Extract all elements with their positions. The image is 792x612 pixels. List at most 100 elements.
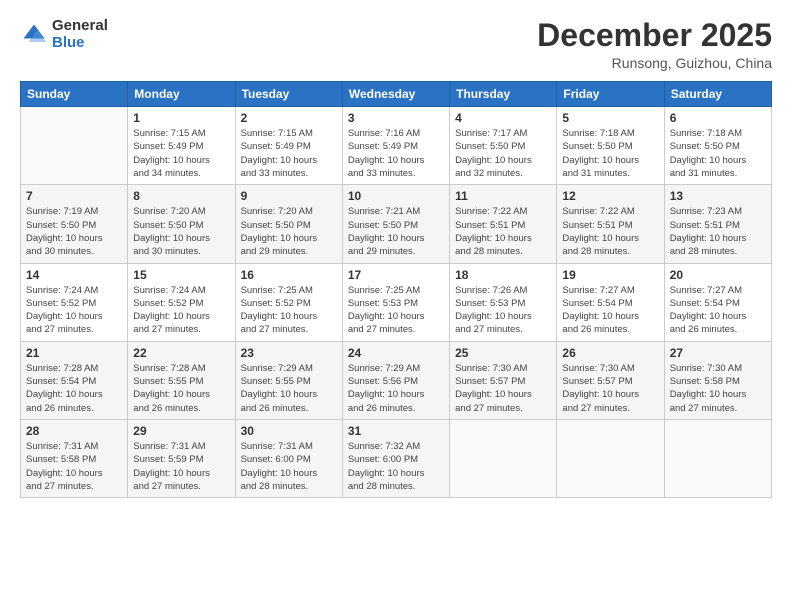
day-info: Sunrise: 7:29 AM Sunset: 5:56 PM Dayligh… <box>348 362 444 415</box>
day-info: Sunrise: 7:27 AM Sunset: 5:54 PM Dayligh… <box>562 284 658 337</box>
day-number: 12 <box>562 189 658 203</box>
calendar-cell: 23Sunrise: 7:29 AM Sunset: 5:55 PM Dayli… <box>235 341 342 419</box>
day-info: Sunrise: 7:27 AM Sunset: 5:54 PM Dayligh… <box>670 284 766 337</box>
day-info: Sunrise: 7:32 AM Sunset: 6:00 PM Dayligh… <box>348 440 444 493</box>
day-number: 2 <box>241 111 337 125</box>
day-info: Sunrise: 7:24 AM Sunset: 5:52 PM Dayligh… <box>133 284 229 337</box>
calendar-cell: 9Sunrise: 7:20 AM Sunset: 5:50 PM Daylig… <box>235 185 342 263</box>
weekday-header-wednesday: Wednesday <box>342 82 449 107</box>
day-number: 31 <box>348 424 444 438</box>
calendar-cell: 10Sunrise: 7:21 AM Sunset: 5:50 PM Dayli… <box>342 185 449 263</box>
day-info: Sunrise: 7:15 AM Sunset: 5:49 PM Dayligh… <box>133 127 229 180</box>
day-number: 20 <box>670 268 766 282</box>
calendar-cell: 30 Sunrise: 7:31 AM Sunset: 6:00 PM Dayli… <box>235 419 342 497</box>
calendar-cell <box>21 107 128 185</box>
calendar-week-2: 7Sunrise: 7:19 AM Sunset: 5:50 PM Daylig… <box>21 185 772 263</box>
day-number: 16 <box>241 268 337 282</box>
calendar-cell: 14 Sunrise: 7:24 AM Sunset: 5:52 PM Dayli… <box>21 263 128 341</box>
calendar-cell: 11Sunrise: 7:22 AM Sunset: 5:51 PM Dayli… <box>450 185 557 263</box>
day-number: 28 <box>26 424 122 438</box>
day-info: Sunrise: 7:20 AM Sunset: 5:50 PM Dayligh… <box>241 205 337 258</box>
calendar-cell: 12 Sunrise: 7:22 AM Sunset: 5:51 PM Dayli… <box>557 185 664 263</box>
day-number: 18 <box>455 268 551 282</box>
day-number: 4 <box>455 111 551 125</box>
day-info: Sunrise: 7:28 AM Sunset: 5:55 PM Dayligh… <box>133 362 229 415</box>
day-info: Sunrise: 7:21 AM Sunset: 5:50 PM Dayligh… <box>348 205 444 258</box>
logo-icon <box>20 21 48 49</box>
month-title: December 2025 <box>537 18 772 53</box>
day-number: 23 <box>241 346 337 360</box>
day-number: 8 <box>133 189 229 203</box>
calendar-cell: 16 Sunrise: 7:25 AM Sunset: 5:52 PM Dayli… <box>235 263 342 341</box>
day-number: 14 <box>26 268 122 282</box>
day-number: 3 <box>348 111 444 125</box>
logo: General Blue <box>20 18 108 51</box>
day-number: 5 <box>562 111 658 125</box>
day-info: Sunrise: 7:18 AM Sunset: 5:50 PM Dayligh… <box>670 127 766 180</box>
day-number: 21 <box>26 346 122 360</box>
day-info: Sunrise: 7:19 AM Sunset: 5:50 PM Dayligh… <box>26 205 122 258</box>
day-info: Sunrise: 7:26 AM Sunset: 5:53 PM Dayligh… <box>455 284 551 337</box>
day-number: 1 <box>133 111 229 125</box>
calendar-cell: 17Sunrise: 7:25 AM Sunset: 5:53 PM Dayli… <box>342 263 449 341</box>
calendar-cell: 21 Sunrise: 7:28 AM Sunset: 5:54 PM Dayli… <box>21 341 128 419</box>
calendar-week-5: 28 Sunrise: 7:31 AM Sunset: 5:58 PM Dayli… <box>21 419 772 497</box>
calendar-week-4: 21 Sunrise: 7:28 AM Sunset: 5:54 PM Dayli… <box>21 341 772 419</box>
weekday-header-monday: Monday <box>128 82 235 107</box>
calendar-week-3: 14 Sunrise: 7:24 AM Sunset: 5:52 PM Dayli… <box>21 263 772 341</box>
calendar-cell <box>450 419 557 497</box>
calendar-cell: 3 Sunrise: 7:16 AM Sunset: 5:49 PM Daylig… <box>342 107 449 185</box>
weekday-header-friday: Friday <box>557 82 664 107</box>
weekday-header-thursday: Thursday <box>450 82 557 107</box>
title-block: December 2025 Runsong, Guizhou, China <box>537 18 772 71</box>
calendar-cell: 29Sunrise: 7:31 AM Sunset: 5:59 PM Dayli… <box>128 419 235 497</box>
day-info: Sunrise: 7:31 AM Sunset: 5:59 PM Dayligh… <box>133 440 229 493</box>
day-number: 26 <box>562 346 658 360</box>
day-info: Sunrise: 7:20 AM Sunset: 5:50 PM Dayligh… <box>133 205 229 258</box>
day-info: Sunrise: 7:24 AM Sunset: 5:52 PM Dayligh… <box>26 284 122 337</box>
day-info: Sunrise: 7:17 AM Sunset: 5:50 PM Dayligh… <box>455 127 551 180</box>
weekday-header-sunday: Sunday <box>21 82 128 107</box>
day-number: 27 <box>670 346 766 360</box>
day-number: 6 <box>670 111 766 125</box>
day-info: Sunrise: 7:25 AM Sunset: 5:52 PM Dayligh… <box>241 284 337 337</box>
calendar-week-1: 1 Sunrise: 7:15 AM Sunset: 5:49 PM Daylig… <box>21 107 772 185</box>
weekday-header-saturday: Saturday <box>664 82 771 107</box>
calendar-cell: 7Sunrise: 7:19 AM Sunset: 5:50 PM Daylig… <box>21 185 128 263</box>
day-number: 17 <box>348 268 444 282</box>
day-number: 22 <box>133 346 229 360</box>
header: General Blue December 2025 Runsong, Guiz… <box>20 18 772 71</box>
logo-text: General Blue <box>52 18 108 51</box>
day-info: Sunrise: 7:31 AM Sunset: 5:58 PM Dayligh… <box>26 440 122 493</box>
day-number: 11 <box>455 189 551 203</box>
day-info: Sunrise: 7:15 AM Sunset: 5:49 PM Dayligh… <box>241 127 337 180</box>
day-info: Sunrise: 7:16 AM Sunset: 5:49 PM Dayligh… <box>348 127 444 180</box>
calendar-cell: 31 Sunrise: 7:32 AM Sunset: 6:00 PM Dayli… <box>342 419 449 497</box>
day-number: 24 <box>348 346 444 360</box>
day-number: 13 <box>670 189 766 203</box>
location-title: Runsong, Guizhou, China <box>537 55 772 71</box>
day-info: Sunrise: 7:28 AM Sunset: 5:54 PM Dayligh… <box>26 362 122 415</box>
calendar-cell: 20 Sunrise: 7:27 AM Sunset: 5:54 PM Dayli… <box>664 263 771 341</box>
day-info: Sunrise: 7:31 AM Sunset: 6:00 PM Dayligh… <box>241 440 337 493</box>
day-number: 25 <box>455 346 551 360</box>
calendar-cell: 6 Sunrise: 7:18 AM Sunset: 5:50 PM Daylig… <box>664 107 771 185</box>
calendar-cell: 22 Sunrise: 7:28 AM Sunset: 5:55 PM Dayli… <box>128 341 235 419</box>
day-info: Sunrise: 7:30 AM Sunset: 5:58 PM Dayligh… <box>670 362 766 415</box>
calendar-cell: 26Sunrise: 7:30 AM Sunset: 5:57 PM Dayli… <box>557 341 664 419</box>
calendar-cell: 19Sunrise: 7:27 AM Sunset: 5:54 PM Dayli… <box>557 263 664 341</box>
page: General Blue December 2025 Runsong, Guiz… <box>0 0 792 612</box>
calendar-cell: 24 Sunrise: 7:29 AM Sunset: 5:56 PM Dayli… <box>342 341 449 419</box>
calendar-cell: 1 Sunrise: 7:15 AM Sunset: 5:49 PM Daylig… <box>128 107 235 185</box>
day-info: Sunrise: 7:18 AM Sunset: 5:50 PM Dayligh… <box>562 127 658 180</box>
day-info: Sunrise: 7:30 AM Sunset: 5:57 PM Dayligh… <box>455 362 551 415</box>
day-number: 30 <box>241 424 337 438</box>
calendar-cell: 18 Sunrise: 7:26 AM Sunset: 5:53 PM Dayli… <box>450 263 557 341</box>
calendar-cell: 4 Sunrise: 7:17 AM Sunset: 5:50 PM Daylig… <box>450 107 557 185</box>
calendar-cell: 15Sunrise: 7:24 AM Sunset: 5:52 PM Dayli… <box>128 263 235 341</box>
calendar-cell: 25 Sunrise: 7:30 AM Sunset: 5:57 PM Dayli… <box>450 341 557 419</box>
day-info: Sunrise: 7:22 AM Sunset: 5:51 PM Dayligh… <box>562 205 658 258</box>
calendar-cell: 28 Sunrise: 7:31 AM Sunset: 5:58 PM Dayli… <box>21 419 128 497</box>
calendar-cell: 27 Sunrise: 7:30 AM Sunset: 5:58 PM Dayli… <box>664 341 771 419</box>
calendar-cell <box>664 419 771 497</box>
